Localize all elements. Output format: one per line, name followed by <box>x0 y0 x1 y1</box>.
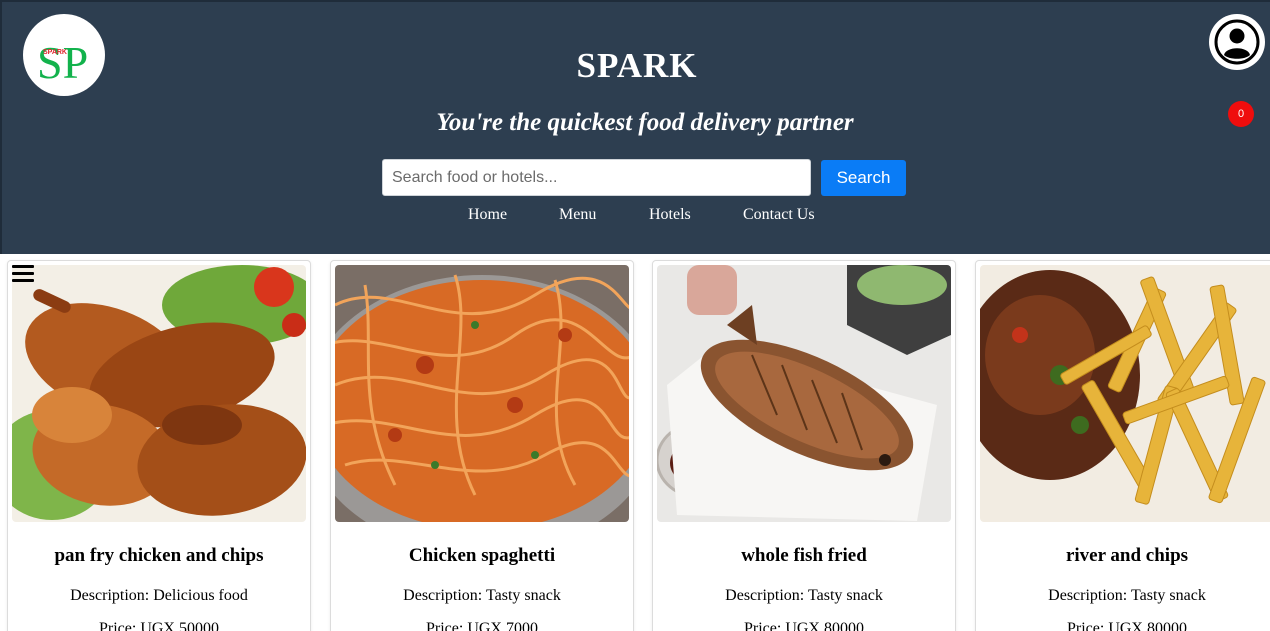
product-image <box>657 265 951 522</box>
product-name: whole fish fried <box>741 545 867 566</box>
nav-menu[interactable]: Menu <box>559 206 596 224</box>
product-description: Description: Tasty snack <box>403 587 561 604</box>
search-button[interactable]: Search <box>821 160 906 196</box>
main-nav: Home Menu Hotels Contact Us <box>2 206 1270 226</box>
nav-home[interactable]: Home <box>468 206 507 224</box>
spaghetti-image <box>335 265 629 522</box>
product-card[interactable]: pan fry chicken and chips Description: D… <box>7 260 311 631</box>
cart-count-badge[interactable]: 0 <box>1228 101 1254 127</box>
product-price: Price: UGX 80000 <box>744 620 864 631</box>
product-price: Price: UGX 7000 <box>426 620 538 631</box>
user-avatar-icon <box>1214 19 1260 65</box>
fried-fish-image <box>657 265 951 522</box>
brand-title: SPARK <box>576 46 698 85</box>
search-input[interactable] <box>382 159 811 196</box>
nav-contact-us[interactable]: Contact Us <box>743 206 815 224</box>
product-price: Price: UGX 80000 <box>1067 620 1187 631</box>
product-image <box>335 265 629 522</box>
product-card[interactable]: river and chips Description: Tasty snack… <box>975 260 1270 631</box>
nav-hotels[interactable]: Hotels <box>649 206 691 224</box>
product-description: Description: Tasty snack <box>1048 587 1206 604</box>
product-name: Chicken spaghetti <box>408 545 556 566</box>
site-header: SP SPARK SPARK You're the quickest food … <box>0 0 1270 254</box>
liver-and-chips-image <box>980 265 1270 522</box>
product-name: pan fry chicken and chips <box>54 545 264 566</box>
tagline: You're the quickest food delivery partne… <box>436 109 854 136</box>
user-avatar-button[interactable] <box>1209 14 1265 70</box>
product-description: Description: Delicious food <box>70 587 248 604</box>
product-image <box>12 265 306 522</box>
product-price: Price: UGX 50000 <box>99 620 219 631</box>
hamburger-menu-icon[interactable] <box>12 265 36 287</box>
chicken-drumsticks-image <box>12 265 306 522</box>
product-name: river and chips <box>1065 545 1189 566</box>
product-card[interactable]: whole fish fried Description: Tasty snac… <box>652 260 956 631</box>
product-image <box>980 265 1270 522</box>
product-description: Description: Tasty snack <box>725 587 883 604</box>
product-card[interactable]: Chicken spaghetti Description: Tasty sna… <box>330 260 634 631</box>
